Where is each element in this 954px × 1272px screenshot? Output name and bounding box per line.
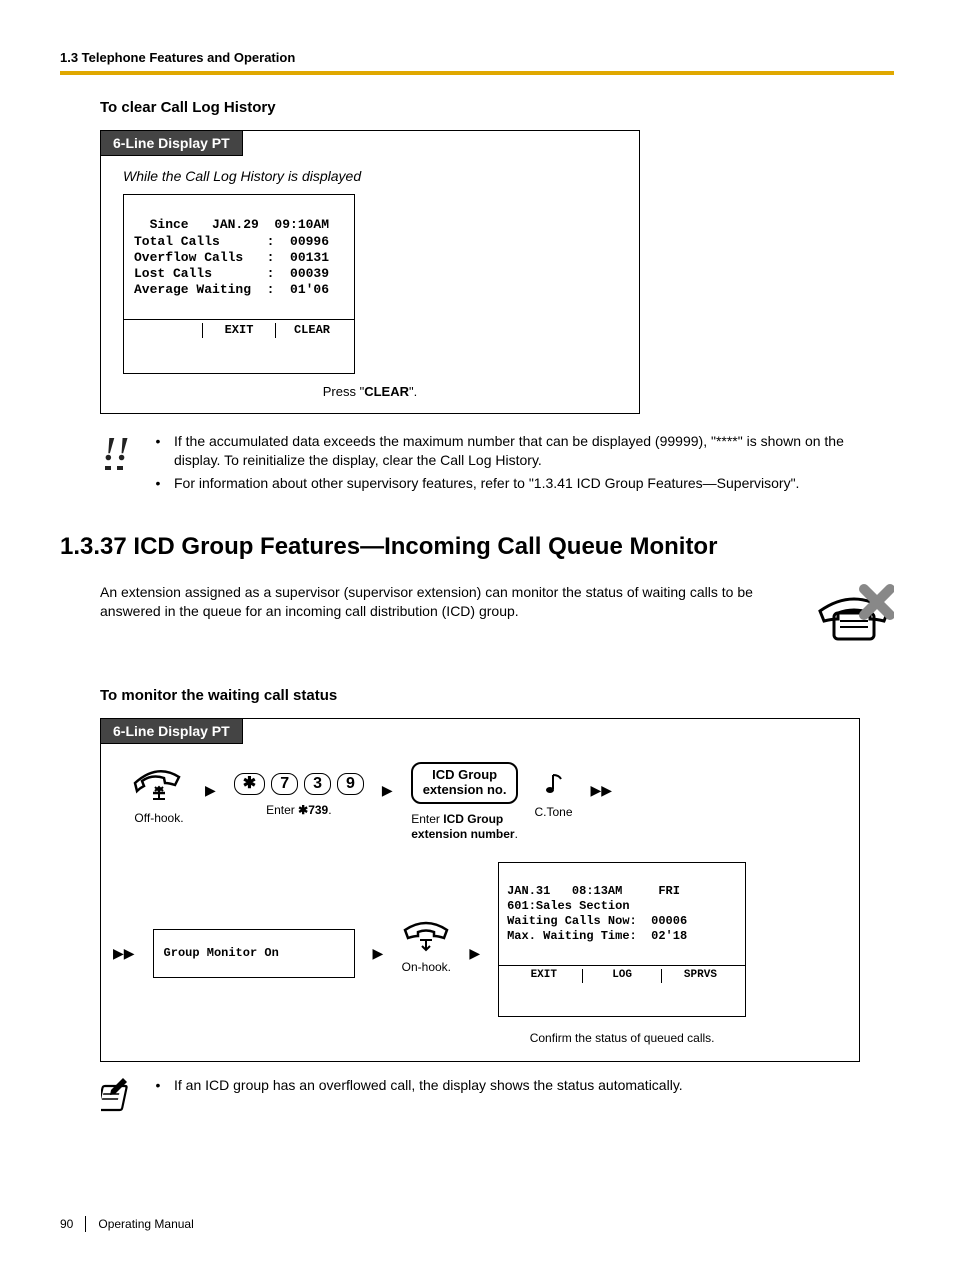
lcd-display-history: Since JAN.29 09:10AM Total Calls : 00996… — [123, 194, 355, 374]
lcd-line: Overflow Calls : 00131 — [134, 250, 329, 265]
arrow-icon: ▶ — [467, 945, 482, 962]
arrow-icon: ▶ — [203, 782, 218, 799]
softkey-exit[interactable]: EXIT — [505, 969, 582, 983]
lcd-softkey-row: EXIT LOG SPRVS — [499, 965, 745, 986]
display-type-tab: 6-Line Display PT — [100, 718, 243, 744]
running-head: 1.3 Telephone Features and Operation — [60, 50, 894, 65]
keypad-3[interactable]: 3 — [304, 773, 331, 795]
onhook-icon — [401, 918, 451, 952]
condition-text: While the Call Log History is displayed — [123, 168, 617, 184]
lcd-display-gmon: Group Monitor On — [153, 929, 355, 978]
page-number: 90 — [60, 1217, 73, 1231]
text: . — [515, 827, 518, 841]
text-bold: CLEAR — [364, 384, 409, 399]
softkey-clear[interactable]: CLEAR — [275, 323, 348, 338]
softkey-exit[interactable]: EXIT — [202, 323, 275, 338]
notes-block-2: • If an ICD group has an overflowed call,… — [100, 1076, 854, 1116]
offhook-icon — [131, 765, 187, 803]
telephone-not-allowed-icon — [814, 583, 894, 653]
step-label: Enter ICD Group extension number. — [411, 812, 518, 842]
intro-paragraph: An extension assigned as a supervisor (s… — [100, 583, 794, 622]
lcd-line: JAN.31 08:13AM FRI — [507, 884, 680, 898]
step-label: C.Tone — [534, 805, 572, 833]
lcd-softkey-row: EXIT CLEAR — [124, 319, 354, 341]
softkey-blank[interactable] — [130, 323, 202, 338]
note-text: For information about other supervisory … — [174, 474, 799, 493]
lcd-line: Total Calls : 00996 — [134, 234, 329, 249]
alert-icon: !! — [100, 432, 136, 497]
header-rule — [60, 71, 894, 75]
text: ". — [409, 384, 417, 399]
manual-name: Operating Manual — [98, 1217, 193, 1231]
step-status-lcd: JAN.31 08:13AM FRI 601:Sales Section Wai… — [498, 862, 746, 1045]
bullet: • — [154, 474, 162, 493]
step-label: On-hook. — [402, 960, 451, 988]
lcd-line: Since JAN.29 09:10AM — [134, 217, 329, 232]
input-bubble[interactable]: ICD Group extension no. — [411, 762, 519, 804]
press-clear-instruction: Press "CLEAR". — [123, 384, 617, 399]
notes-block-1: !! • If the accumulated data exceeds the … — [100, 432, 854, 497]
arrow-icon: ▶ — [371, 945, 386, 962]
step-dial-739: ✱ 7 3 9 Enter ✱739. — [234, 773, 364, 831]
note-text: If an ICD group has an overflowed call, … — [174, 1076, 683, 1095]
footer-separator — [85, 1216, 86, 1232]
lcd-line: Average Waiting : 01'06 — [134, 282, 329, 297]
display-type-tab: 6-Line Display PT — [100, 130, 243, 156]
text: Press " — [323, 384, 364, 399]
procedure-box-monitor: 6-Line Display PT Off-hook. ▶ ✱ 7 3 9 — [100, 718, 860, 1062]
step-ctone: C.Tone — [534, 771, 572, 833]
lcd-line: Lost Calls : 00039 — [134, 266, 329, 281]
svg-text:!!: !! — [103, 432, 129, 468]
step-enter-extension: ICD Group extension no. Enter ICD Group … — [411, 762, 519, 842]
keypad-star[interactable]: ✱ — [234, 773, 265, 795]
lcd-line: Max. Waiting Time: 02'18 — [507, 929, 687, 943]
note-text: If the accumulated data exceeds the maxi… — [174, 432, 854, 470]
procedure-box-clear: 6-Line Display PT While the Call Log His… — [100, 130, 640, 414]
lcd-display-status: JAN.31 08:13AM FRI 601:Sales Section Wai… — [498, 862, 746, 1017]
bullet: • — [154, 1076, 162, 1095]
softkey-sprvs[interactable]: SPRVS — [661, 969, 739, 983]
notepad-icon — [100, 1076, 136, 1116]
section-title: 1.3.37 ICD Group Features—Incoming Call … — [60, 533, 894, 561]
step-offhook: Off-hook. — [131, 765, 187, 839]
text: Enter — [266, 803, 298, 817]
keypad-9[interactable]: 9 — [337, 773, 364, 795]
lcd-line: 601:Sales Section — [507, 899, 629, 913]
text: . — [328, 803, 331, 817]
subheading-clear-log: To clear Call Log History — [100, 99, 894, 116]
arrow-icon: ▶▶ — [589, 782, 615, 799]
arrow-icon: ▶ — [380, 782, 395, 799]
text: Enter — [411, 812, 443, 826]
step-label: Off-hook. — [134, 811, 183, 839]
lcd-line: Waiting Calls Now: 00006 — [507, 914, 687, 928]
step-group-monitor-lcd: Group Monitor On — [153, 929, 355, 978]
arrow-icon: ▶▶ — [111, 945, 137, 962]
step-onhook: On-hook. — [401, 918, 451, 988]
text: extension no. — [423, 782, 507, 797]
text-bold: ICD Group — [443, 812, 503, 826]
confirm-text: Confirm the status of queued calls. — [530, 1031, 715, 1045]
step-label: Enter ✱739. — [266, 803, 331, 831]
keypad-7[interactable]: 7 — [271, 773, 298, 795]
bullet: • — [154, 432, 162, 470]
softkey-log[interactable]: LOG — [582, 969, 660, 983]
subheading-monitor: To monitor the waiting call status — [100, 687, 894, 704]
lcd-line: Group Monitor On — [164, 946, 279, 960]
text-bold: extension number — [411, 827, 514, 841]
text-bold: ✱739 — [298, 803, 328, 817]
music-note-icon — [543, 771, 565, 797]
page-footer: 90 Operating Manual — [60, 1216, 894, 1232]
text: ICD Group — [432, 767, 497, 782]
